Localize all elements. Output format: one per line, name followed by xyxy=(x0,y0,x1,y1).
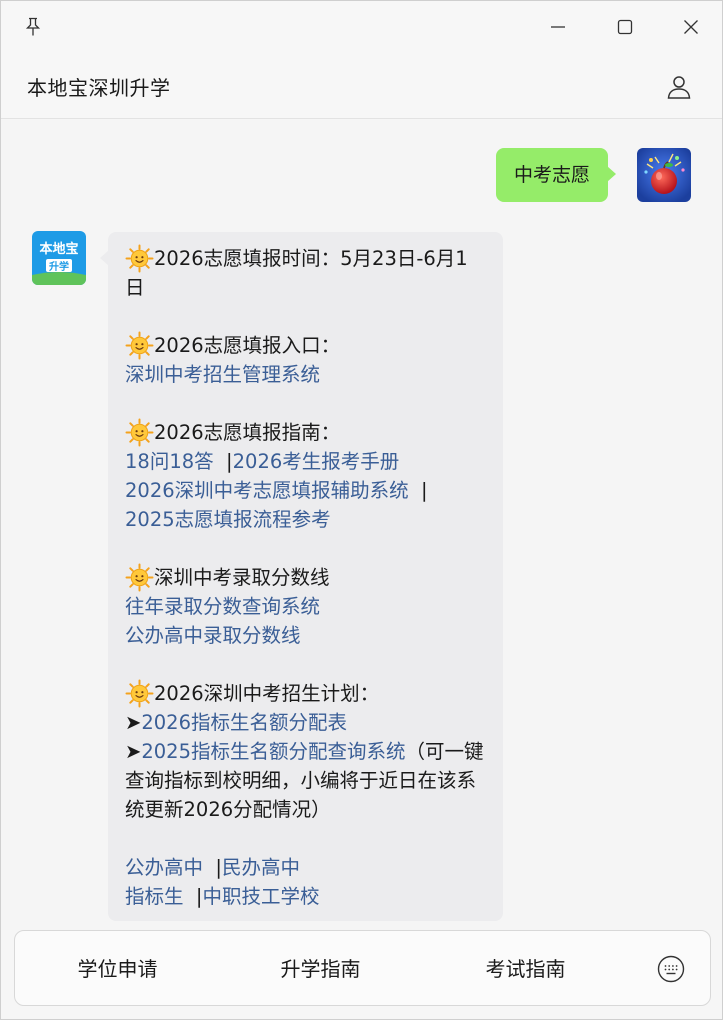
section-deadline: 2026志愿填报时间：5月23日-6月1日 xyxy=(125,244,487,302)
separator: | xyxy=(195,885,203,908)
link-2025-quota-query[interactable]: 2025指标生名额分配查询系统 xyxy=(141,740,405,763)
section-plan: 2026深圳中考招生计划： ➤2026指标生名额分配表 ➤2025指标生名额分配… xyxy=(125,679,487,824)
user-avatar[interactable] xyxy=(637,148,691,202)
section-heading: 2026志愿填报指南： xyxy=(154,421,341,444)
sun-face-icon xyxy=(125,563,154,592)
close-button[interactable] xyxy=(673,11,709,43)
minimize-button[interactable] xyxy=(540,11,576,43)
section-heading: 深圳中考录取分数线 xyxy=(154,566,330,589)
arrow-icon: ➤ xyxy=(125,740,142,763)
bottom-menu: 学位申请 升学指南 考试指南 xyxy=(14,930,711,1006)
bot-message-bubble: 2026志愿填报时间：5月23日-6月1日 2026志愿填报入口： 深圳中考招生… xyxy=(100,232,503,921)
link-admission-system[interactable]: 深圳中考招生管理系统 xyxy=(125,363,320,386)
section-entry: 2026志愿填报入口： 深圳中考招生管理系统 xyxy=(125,331,487,389)
link-exam-handbook[interactable]: 2026考生报考手册 xyxy=(233,450,400,473)
link-2025-process[interactable]: 2025志愿填报流程参考 xyxy=(125,508,331,531)
app-window: 本地宝深圳升学 中考志愿 本地宝 升学 2026志愿填报时间：5月23日-6月1… xyxy=(0,0,723,1020)
link-past-scores[interactable]: 往年录取分数查询系统 xyxy=(125,595,320,618)
bot-avatar[interactable]: 本地宝 升学 xyxy=(32,231,86,285)
link-18-qa[interactable]: 18问18答 xyxy=(125,450,214,473)
bot-avatar-sub: 升学 xyxy=(49,260,69,273)
separator: | xyxy=(226,450,233,473)
person-icon[interactable] xyxy=(661,69,697,105)
keyboard-icon[interactable] xyxy=(655,953,687,985)
link-vocational[interactable]: 中职技工学校 xyxy=(203,885,320,908)
link-assist-system[interactable]: 2026深圳中考志愿填报辅助系统 xyxy=(125,479,409,502)
link-private-high[interactable]: 民办高中 xyxy=(222,856,300,879)
user-message-bubble: 中考志愿 xyxy=(496,148,617,202)
pin-icon[interactable] xyxy=(15,11,51,43)
separator: | xyxy=(215,856,222,879)
section-heading: 2026志愿填报时间：5月23日-6月1日 xyxy=(125,247,468,299)
menu-degree-application[interactable]: 学位申请 xyxy=(45,931,190,1007)
section-heading: 2026志愿填报入口： xyxy=(154,334,341,357)
link-2026-quota[interactable]: 2026指标生名额分配表 xyxy=(141,711,347,734)
link-public-high-scores[interactable]: 公办高中录取分数线 xyxy=(125,624,301,647)
link-public-high[interactable]: 公办高中 xyxy=(125,856,203,879)
chat-title: 本地宝深圳升学 xyxy=(27,76,171,100)
bot-avatar-brand: 本地宝 xyxy=(39,241,78,257)
chat-area[interactable]: 中考志愿 本地宝 升学 2026志愿填报时间：5月23日-6月1日 2026志愿… xyxy=(1,120,722,930)
section-guide: 2026志愿填报指南： 18问18答 |2026考生报考手册 2026深圳中考志… xyxy=(125,418,487,534)
sun-face-icon xyxy=(125,679,154,708)
menu-admission-guide[interactable]: 升学指南 xyxy=(248,931,393,1007)
title-bar xyxy=(1,1,722,53)
maximize-button[interactable] xyxy=(607,11,643,43)
sun-face-icon xyxy=(125,244,154,273)
separator: | xyxy=(421,479,428,502)
link-quota-student[interactable]: 指标生 xyxy=(125,885,184,908)
sun-face-icon xyxy=(125,418,154,447)
arrow-icon: ➤ xyxy=(125,711,142,734)
sun-face-icon xyxy=(125,331,154,360)
chat-header: 本地宝深圳升学 xyxy=(1,53,722,119)
menu-exam-guide[interactable]: 考试指南 xyxy=(453,931,598,1007)
section-heading: 2026深圳中考招生计划： xyxy=(154,682,380,705)
section-school-links: 公办高中 |民办高中 指标生 |中职技工学校 xyxy=(125,853,487,911)
section-scores: 深圳中考录取分数线 往年录取分数查询系统 公办高中录取分数线 xyxy=(125,563,487,650)
